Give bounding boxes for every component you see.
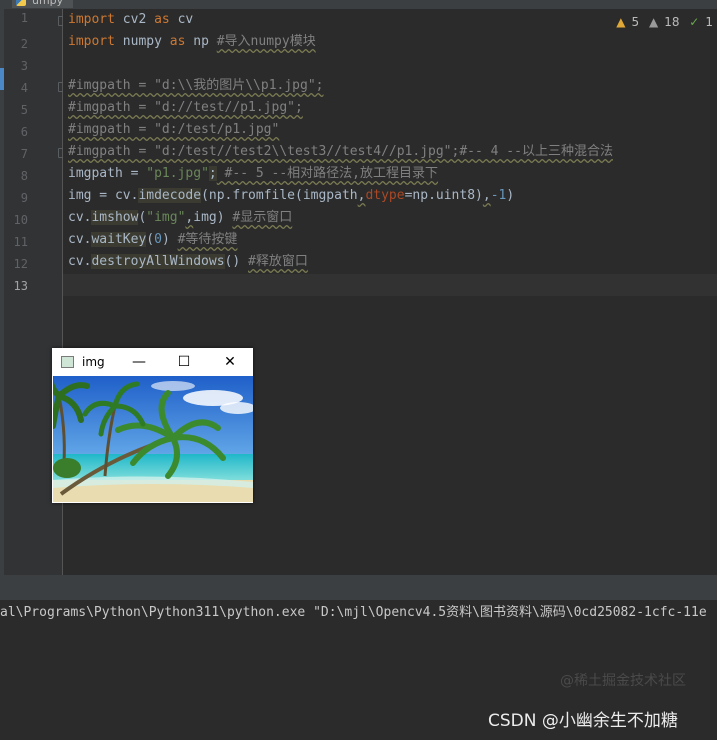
console-output-line: al\Programs\Python\Python311\python.exe … [0,605,707,620]
code-text: () [224,254,249,269]
line-number: 12 [13,257,28,271]
code-line-7: #imgpath = "d:/test//test2\\test3//test4… [68,141,613,163]
function-name: imshow [91,210,139,225]
watermark-site: @稀土掘金技术社区 [560,673,686,689]
comment: #显示窗口 [232,210,293,225]
code-line-5: #imgpath = "d://test//p1.jpg"; [68,97,303,119]
maximize-button[interactable]: ☐ [167,348,201,376]
window-title: img [82,355,105,369]
line-number: 5 [20,103,28,117]
code-text: (np.fromfile(imgpath [201,188,358,203]
line-number: 9 [20,191,28,205]
alias: cv [169,12,194,27]
line-number-current: 13 [13,279,28,293]
parameter-name: dtype [365,188,405,203]
app-icon [61,356,74,368]
keyword: as [154,12,170,27]
line-number: 11 [13,235,28,249]
comment: #释放窗口 [248,254,308,269]
caret-line-highlight [63,274,717,296]
code-line-6: #imgpath = "d:/test/p1.jpg" [68,119,279,141]
code-line-10: cv.imshow("img",img) #显示窗口 [68,207,292,229]
inspection-widget[interactable]: ▲ 5 ▲ 18 ✓ 1 [610,15,713,29]
code-text: cv. [68,210,92,225]
module-name: cv2 [114,12,155,27]
code-text: =np.uint8) [404,188,483,203]
code-text: img) [193,210,233,225]
code-line-9: img = cv.imdecode(np.fromfile(imgpath, dt… [68,185,514,207]
weak-warning-count: 18 [664,15,680,29]
code-text: ) [161,232,178,247]
line-number: 8 [20,169,28,183]
keyword: as [169,34,186,49]
comment: #imgpath = "d:/test/p1.jpg" [68,122,280,137]
code-text: ) [506,188,515,203]
comment: #导入numpy模块 [216,34,316,49]
string-literal: "img" [146,210,186,225]
module-name: numpy [114,34,170,49]
line-number: 4 [20,81,28,95]
code-line-1: import cv2 as cv [68,9,193,31]
function-name: waitKey [91,232,147,247]
line-number: 6 [20,125,28,139]
code-text: cv. [68,232,92,247]
line-number: 3 [20,59,28,73]
variable: imgpath = [68,166,147,181]
comment: #imgpath = "d:/test//test2\\test3//test4… [68,144,613,159]
run-tool-window-header[interactable] [0,575,717,600]
code-text: , [482,188,491,203]
code-line-4: #imgpath = "d:\\我的图片\\p1.jpg"; [68,75,324,97]
close-button[interactable]: ✕ [213,348,247,376]
code-text: ( [146,232,155,247]
semicolon: ; [208,166,217,181]
opencv-image-window[interactable]: img — ☐ ✕ [52,348,253,503]
line-number: 1 [20,11,28,25]
ok-count: 1 [705,15,713,29]
keyword: import [68,34,115,49]
comment: #imgpath = "d:\\我的图片\\p1.jpg"; [68,78,324,93]
alias: np [185,34,217,49]
code-line-2: import numpy as np #导入numpy模块 [68,31,316,53]
line-number: 2 [20,37,28,51]
line-number: 7 [20,147,28,161]
function-name: imdecode [138,188,202,203]
function-name: destroyAllWindows [91,254,225,269]
code-line-8: imgpath = "p1.jpg"; #-- 5 --相对路径法,放工程目录下 [68,163,438,185]
code-text: img = cv. [68,188,139,203]
comment: #-- 5 --相对路径法,放工程目录下 [216,166,439,181]
editor-tab-strip: umpy [0,0,717,9]
python-file-icon [16,0,26,6]
line-number: 10 [13,213,28,227]
number-literal: 0 [154,232,162,247]
warning-count: 5 [631,15,640,29]
code-text: cv. [68,254,92,269]
comment: #等待按键 [177,232,238,247]
code-line-11: cv.waitKey(0) #等待按键 [68,229,237,251]
string-literal: "p1.jpg" [146,166,209,181]
weak-warning-icon: ▲ [648,15,659,29]
minimize-button[interactable]: — [122,348,156,376]
number-literal: -1 [490,188,507,203]
warning-icon: ▲ [616,15,626,29]
comment: #imgpath = "d://test//p1.jpg"; [68,100,303,115]
keyword: import [68,12,115,27]
check-icon: ✓ [689,15,700,29]
window-title-bar[interactable]: img — ☐ ✕ [52,348,253,376]
beach-image [53,376,253,502]
code-line-12: cv.destroyAllWindows() #释放窗口 [68,251,308,273]
watermark-author: CSDN @小幽余生不加糖 [488,711,678,731]
file-tab-label: umpy [32,0,64,7]
